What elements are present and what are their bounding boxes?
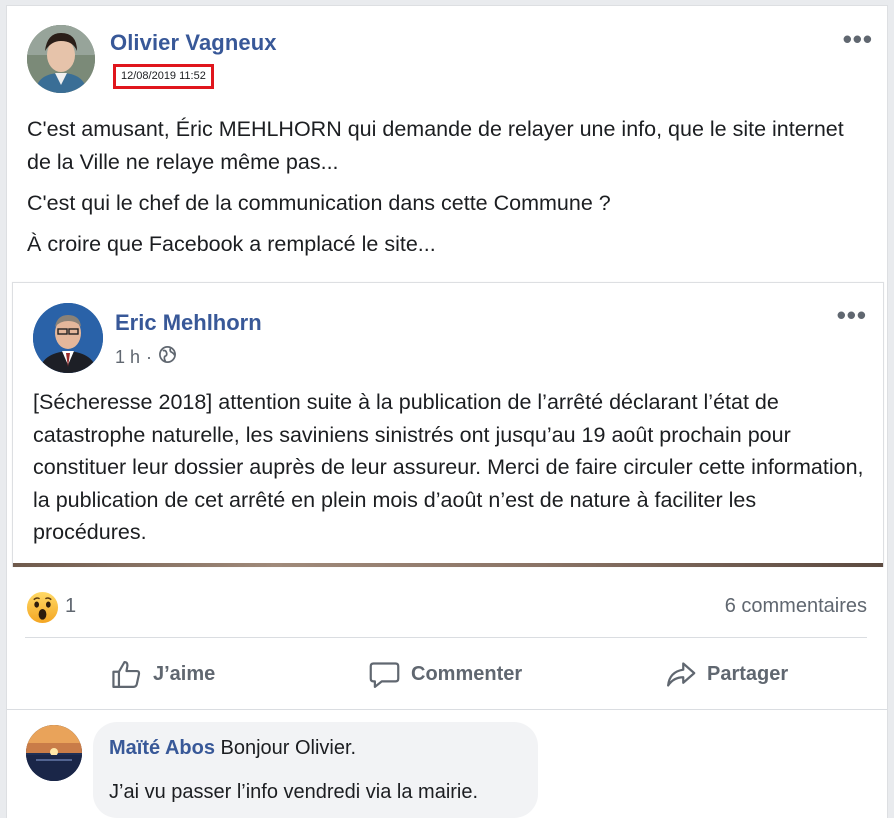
shared-post-image-preview[interactable]: [13, 563, 883, 567]
shared-author-avatar-image: [33, 303, 103, 373]
thumbs-up-icon: [110, 658, 143, 691]
globe-icon[interactable]: [158, 345, 177, 369]
shared-author-avatar[interactable]: [33, 303, 103, 373]
speech-bubble-icon: [368, 658, 401, 691]
comment-bubble: Maïté Abos Bonjour Olivier. J’ai vu pass…: [93, 722, 538, 818]
post-paragraph: C'est amusant, Éric MEHLHORN qui demande…: [27, 117, 844, 174]
reactions-divider: [25, 637, 867, 638]
like-button[interactable]: J’aime: [110, 639, 215, 709]
commenter-avatar-image: [26, 725, 82, 781]
share-button-label: Partager: [707, 662, 789, 685]
post-paragraph: À croire que Facebook a remplacé le site…: [27, 232, 436, 256]
shared-author-name-link[interactable]: Eric Mehlhorn: [115, 310, 262, 336]
post-body: C'est amusant, Éric MEHLHORN qui demande…: [27, 113, 867, 269]
shared-post-time[interactable]: 1 h: [115, 347, 140, 368]
post-header: Olivier Vagneux 12/08/2019 11:52 •••: [7, 6, 887, 106]
post-timestamp[interactable]: 12/08/2019 11:52: [113, 64, 214, 89]
share-button[interactable]: Partager: [664, 639, 788, 709]
shared-post-body: [Sécheresse 2018] attention suite à la p…: [33, 390, 864, 544]
shared-post-meta: 1 h ·: [115, 345, 177, 369]
author-name-link[interactable]: Olivier Vagneux: [110, 30, 277, 56]
action-bar: J’aime Commenter Partager: [7, 639, 887, 709]
comment-text-line2: J’ai vu passer l’info vendredi via la ma…: [109, 781, 479, 803]
reaction-count[interactable]: 1: [65, 595, 76, 618]
comment-button-label: Commenter: [411, 662, 523, 685]
comment-line1: Maïté Abos Bonjour Olivier.: [109, 736, 522, 760]
comment-button[interactable]: Commenter: [368, 639, 522, 709]
more-options-icon[interactable]: •••: [843, 26, 873, 52]
comment-author-link[interactable]: Maïté Abos: [109, 737, 215, 759]
wow-reaction-icon[interactable]: [26, 591, 59, 624]
shared-more-options-icon[interactable]: •••: [837, 302, 867, 328]
post-card: Olivier Vagneux 12/08/2019 11:52 ••• C'e…: [6, 5, 888, 818]
meta-separator: ·: [146, 346, 153, 367]
commenter-avatar[interactable]: [26, 725, 82, 781]
author-avatar-image: [27, 25, 95, 93]
post-paragraph: C'est qui le chef de la communication da…: [27, 191, 611, 215]
author-avatar[interactable]: [27, 25, 95, 93]
reactions-bar: 1 6 commentaires: [7, 572, 887, 638]
like-button-label: J’aime: [153, 662, 216, 685]
comments-section: Maïté Abos Bonjour Olivier. J’ai vu pass…: [7, 709, 887, 818]
comment-text: Bonjour Olivier.: [220, 737, 357, 759]
comments-count-link[interactable]: 6 commentaires: [725, 595, 867, 618]
shared-post[interactable]: Eric Mehlhorn 1 h · ••• [Sécheresse 2018…: [12, 282, 884, 567]
share-arrow-icon: [664, 658, 697, 691]
